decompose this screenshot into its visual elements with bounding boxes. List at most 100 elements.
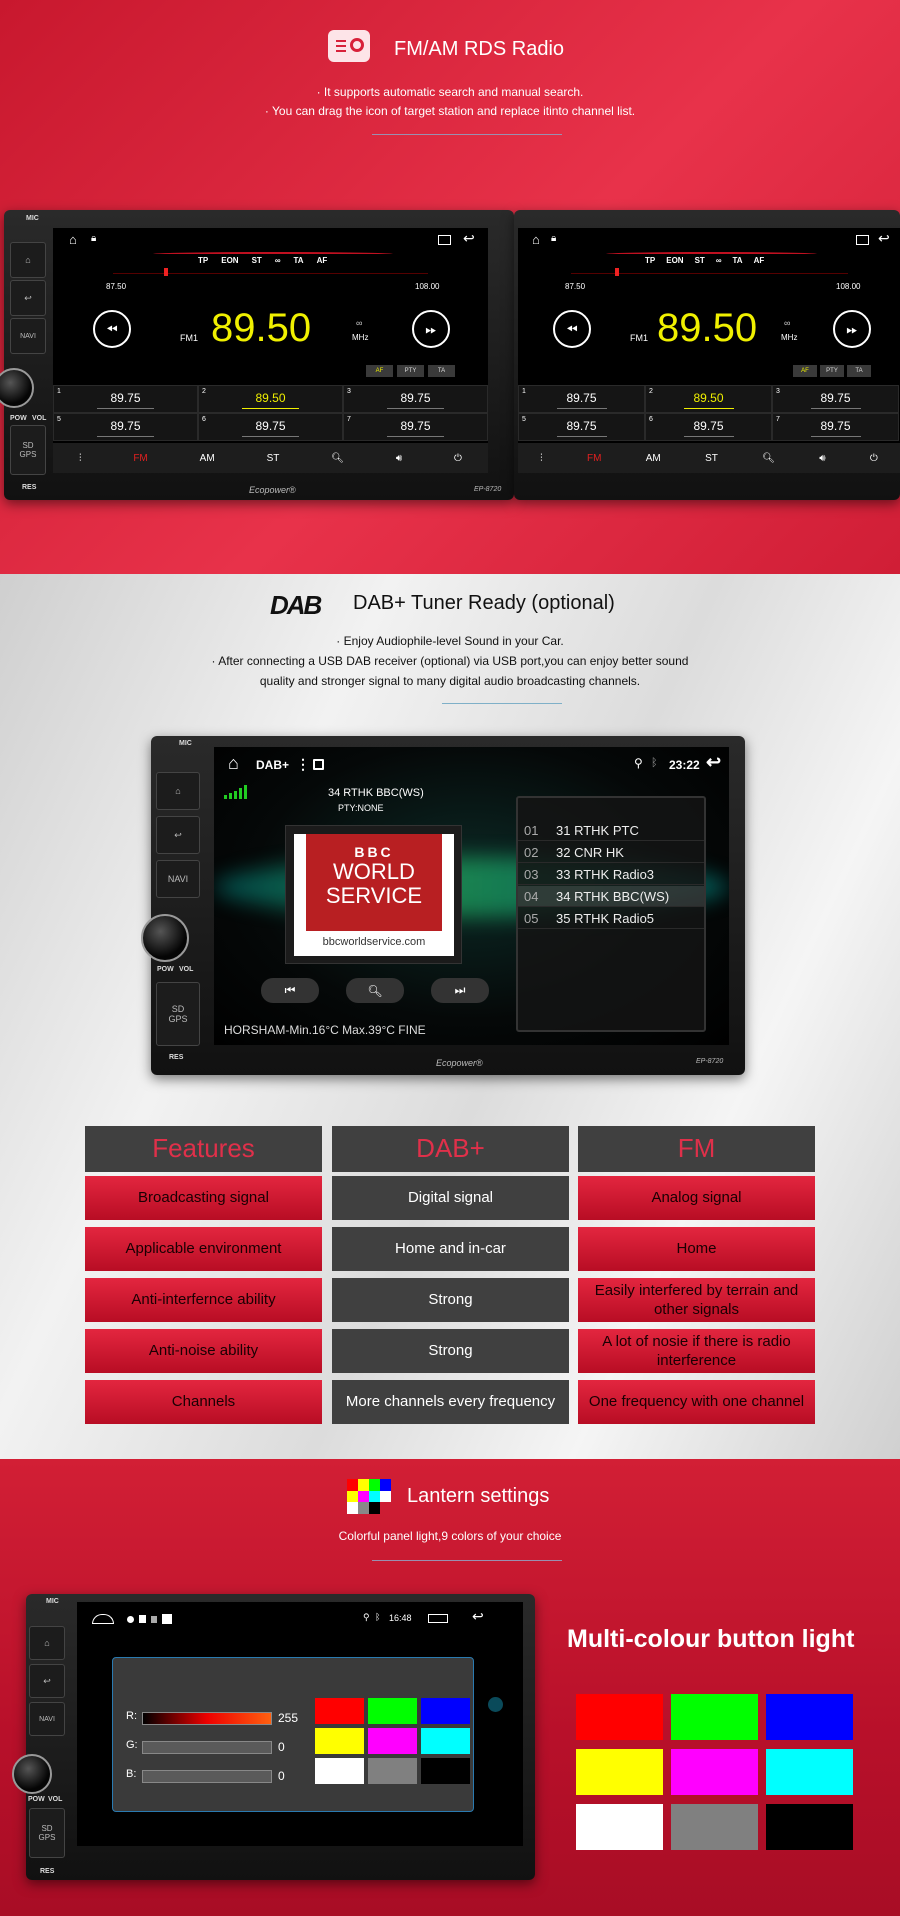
station-artwork: BBC WORLD SERVICE bbcworldservice.com [285, 825, 462, 964]
station-list-item[interactable]: 04 34 RTHK BBC(WS) [518, 886, 704, 907]
res-button[interactable]: RES [22, 484, 36, 491]
recent-apps-icon[interactable] [428, 1614, 448, 1623]
home-icon[interactable]: ⌂ [228, 753, 239, 774]
back-icon[interactable]: ↩ [472, 1608, 484, 1625]
preset-button[interactable]: 5 89.75 [53, 413, 198, 441]
search-icon[interactable]: 🔍︎ [762, 453, 775, 464]
seek-forward-button[interactable]: ⏩︎ [833, 310, 871, 348]
preset-button[interactable]: 6 89.75 [198, 413, 343, 441]
red-slider[interactable] [142, 1712, 272, 1725]
rds-tag: AF [753, 256, 765, 265]
next-button[interactable]: ⏭ [431, 978, 489, 1003]
rds-pty-button[interactable]: PTY [820, 365, 844, 377]
color-swatch[interactable] [421, 1758, 470, 1784]
rds-pty-button[interactable]: PTY [397, 365, 424, 377]
back-icon[interactable]: ↩ [463, 230, 475, 247]
back-icon[interactable]: ↩ [706, 752, 721, 773]
more-icon[interactable]: ⋮ [296, 756, 310, 773]
rds-af-button[interactable]: AF [793, 365, 817, 377]
am-button[interactable]: AM [200, 453, 215, 464]
st-button[interactable]: ST [267, 453, 280, 464]
tuning-marker[interactable] [615, 268, 619, 276]
recent-apps-icon[interactable] [438, 235, 451, 245]
home-icon[interactable]: ⌂ [69, 232, 77, 247]
power-icon[interactable]: ⏻ [870, 453, 878, 464]
home-icon[interactable]: ⌂ [532, 232, 540, 247]
search-icon[interactable]: 🔍︎ [331, 453, 344, 464]
preset-button[interactable]: 2 89.50 [645, 385, 772, 413]
recent-apps-icon[interactable] [856, 235, 869, 245]
back-icon[interactable]: ↩ [878, 230, 890, 247]
tuning-bar[interactable] [571, 273, 848, 274]
am-button[interactable]: AM [646, 453, 661, 464]
volume-knob[interactable] [141, 914, 189, 962]
color-swatch[interactable] [421, 1698, 470, 1724]
home-side-button[interactable]: ⌂ [156, 772, 200, 810]
preset-button[interactable]: 3 89.75 [772, 385, 899, 413]
fm-button[interactable]: FM [587, 453, 601, 464]
station-list-item[interactable]: 05 35 RTHK Radio5 [518, 908, 704, 929]
color-swatch[interactable] [315, 1758, 364, 1784]
back-side-button[interactable]: ↩ [10, 280, 46, 316]
back-side-button[interactable]: ↩ [29, 1664, 65, 1698]
color-swatch[interactable] [315, 1728, 364, 1754]
previous-button[interactable]: ⏮ [261, 978, 319, 1003]
preset-frequency: 89.75 [255, 419, 286, 433]
seek-back-button[interactable]: ⏪︎ [93, 310, 131, 348]
back-side-button[interactable]: ↩ [156, 816, 200, 854]
volume-icon[interactable]: 🔊︎ [819, 453, 825, 464]
clock: 23:22 [669, 758, 700, 772]
sd-gps-button[interactable]: SD GPS [156, 982, 200, 1046]
station-list-item[interactable]: 03 33 RTHK Radio3 [518, 864, 704, 885]
fm-button[interactable]: FM [133, 453, 147, 464]
st-button[interactable]: ST [705, 453, 718, 464]
navi-button[interactable]: NAVI [156, 860, 200, 898]
rds-tag: ST [251, 256, 262, 265]
preset-button[interactable]: 7 89.75 [343, 413, 488, 441]
station-list-item[interactable]: 01 31 RTHK PTC [518, 820, 704, 841]
preset-button[interactable]: 7 89.75 [772, 413, 899, 441]
slider-label: G: [126, 1739, 138, 1751]
power-icon[interactable]: ⏻ [454, 453, 462, 464]
tuning-marker[interactable] [164, 268, 168, 276]
blue-slider[interactable] [142, 1770, 272, 1783]
table-cell: Analog signal [578, 1176, 815, 1220]
sd-gps-button[interactable]: SD GPS [10, 425, 46, 475]
res-button[interactable]: RES [169, 1054, 183, 1061]
station-list-item[interactable]: 02 32 CNR HK [518, 842, 704, 863]
volume-icon[interactable]: 🔊︎ [396, 453, 402, 464]
res-button[interactable]: RES [40, 1868, 54, 1875]
equalizer-icon[interactable]: ⫶ [540, 453, 543, 464]
navi-button[interactable]: NAVI [10, 318, 46, 354]
volume-knob[interactable] [0, 368, 34, 408]
pty-label: PTY:NONE [338, 803, 384, 813]
home-icon[interactable] [92, 1614, 114, 1624]
volume-knob[interactable] [12, 1754, 52, 1794]
color-swatch[interactable] [368, 1698, 417, 1724]
color-swatch[interactable] [368, 1728, 417, 1754]
green-slider[interactable] [142, 1741, 272, 1754]
preset-button[interactable]: 2 89.50 [198, 385, 343, 413]
search-button[interactable]: 🔍︎ [346, 978, 404, 1003]
home-side-button[interactable]: ⌂ [29, 1626, 65, 1660]
location-icon: ⚲ [363, 1612, 370, 1622]
rds-ta-button[interactable]: TA [847, 365, 871, 377]
preset-button[interactable]: 5 89.75 [518, 413, 645, 441]
rds-ta-button[interactable]: TA [428, 365, 455, 377]
preset-button[interactable]: 1 89.75 [518, 385, 645, 413]
color-swatch[interactable] [315, 1698, 364, 1724]
color-swatch[interactable] [368, 1758, 417, 1784]
preset-button[interactable]: 3 89.75 [343, 385, 488, 413]
seek-forward-button[interactable]: ⏩︎ [412, 310, 450, 348]
navi-button[interactable]: NAVI [29, 1702, 65, 1736]
color-swatch[interactable] [421, 1728, 470, 1754]
equalizer-icon[interactable]: ⫶ [79, 453, 82, 464]
tuning-bar[interactable] [113, 273, 428, 274]
sd-gps-button[interactable]: SD GPS [29, 1808, 65, 1858]
preset-button[interactable]: 1 89.75 [53, 385, 198, 413]
image-icon[interactable] [313, 759, 324, 770]
seek-back-button[interactable]: ⏪︎ [553, 310, 591, 348]
rds-af-button[interactable]: AF [366, 365, 393, 377]
preset-button[interactable]: 6 89.75 [645, 413, 772, 441]
home-side-button[interactable]: ⌂ [10, 242, 46, 278]
